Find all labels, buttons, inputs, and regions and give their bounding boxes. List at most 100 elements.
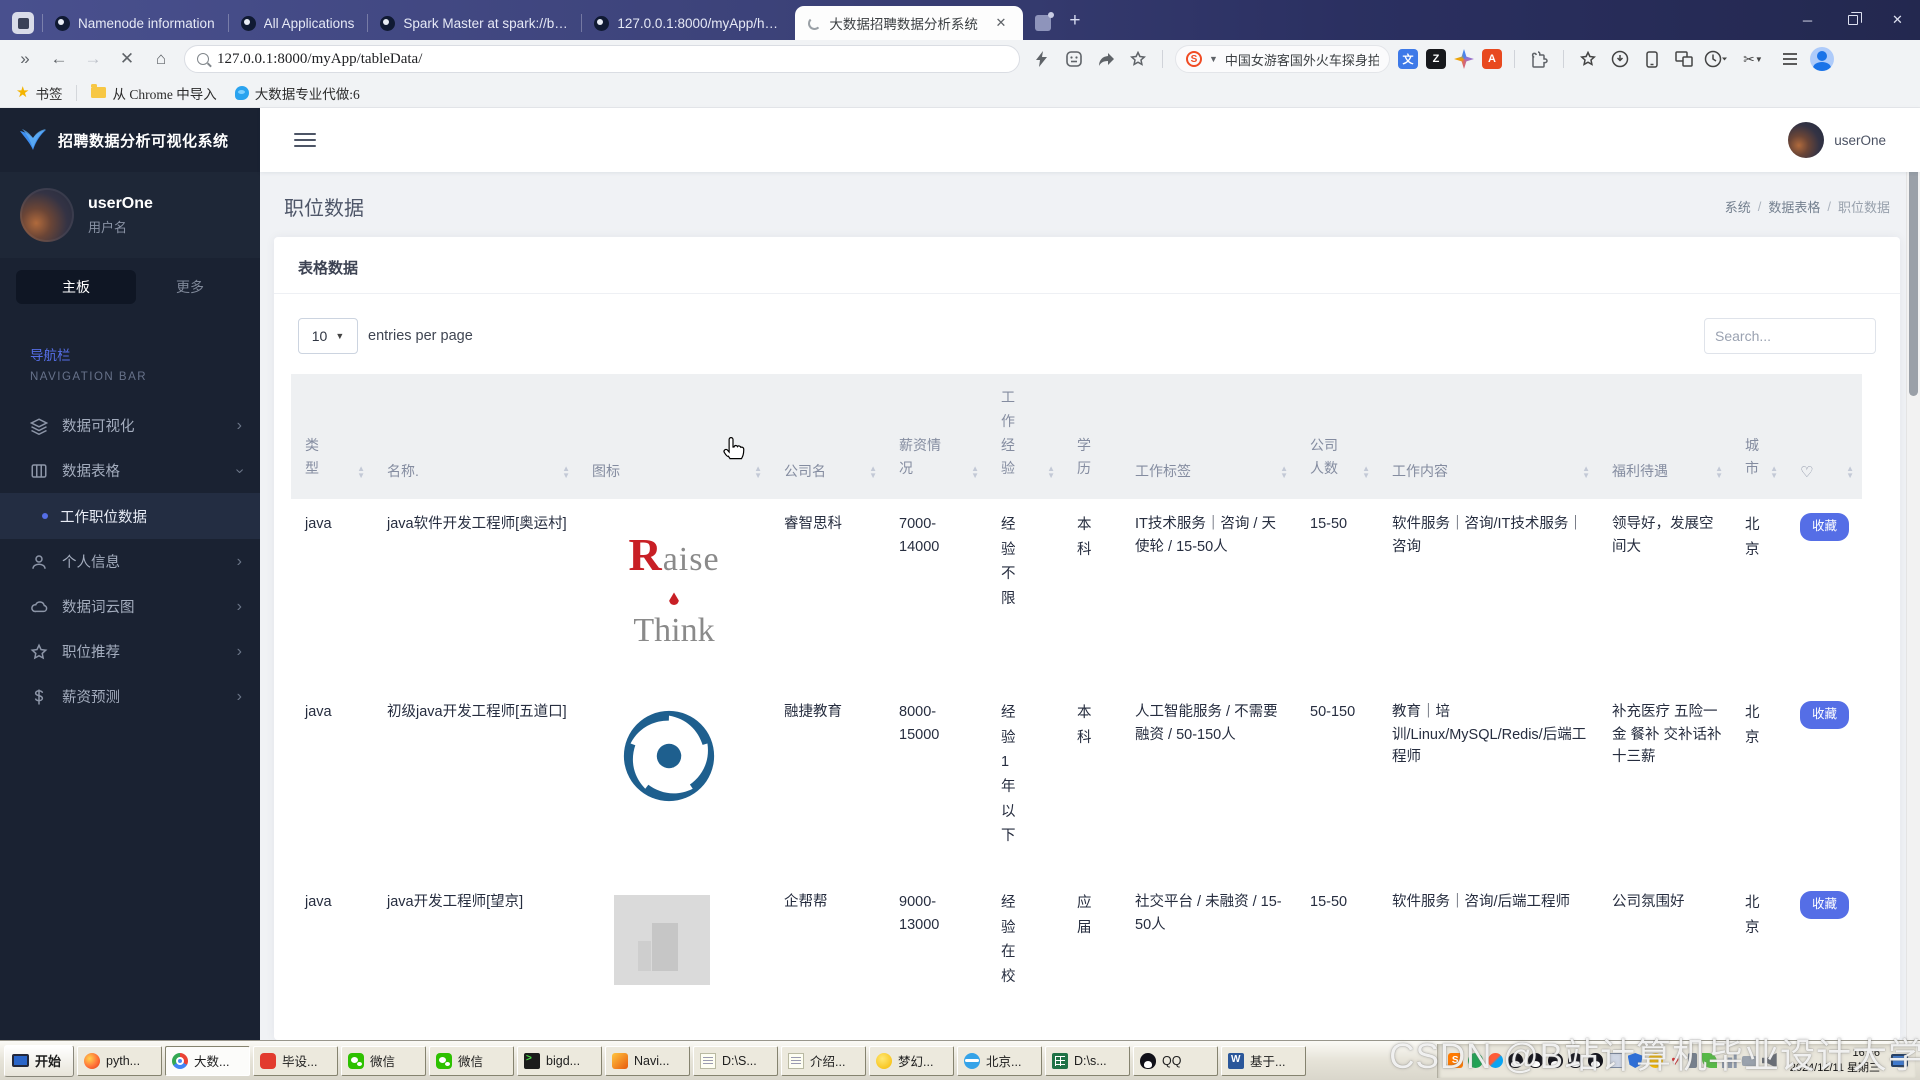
sidebar-item-data-table[interactable]: 数据表格 › (0, 448, 260, 493)
sort-icons[interactable]: ▲▼ (1582, 466, 1590, 479)
header-avatar[interactable] (1788, 122, 1824, 158)
col-salary[interactable]: 薪资情况▲▼ (885, 374, 987, 499)
share-icon[interactable] (1094, 47, 1118, 71)
tencent-video-tray-icon[interactable] (1488, 1053, 1503, 1068)
pinned-tab-icon[interactable] (12, 12, 34, 34)
phone-hub-icon[interactable] (1640, 47, 1664, 71)
col-city[interactable]: 城市▲▼ (1731, 374, 1786, 499)
audio-device-tray-icon[interactable] (1688, 1053, 1697, 1068)
tab-more[interactable]: 更多 (136, 277, 244, 297)
tab-close-icon[interactable]: ✕ (992, 14, 1010, 32)
taskbar-app-button[interactable]: 微信 (429, 1046, 514, 1076)
bookmark-item[interactable]: ★ 书签 (12, 83, 66, 103)
browser-tab[interactable]: 127.0.0.1:8000/myApp/home/ ✕ (581, 6, 795, 40)
taskbar-app-button[interactable]: 微信 (341, 1046, 426, 1076)
breadcrumb-link-system[interactable]: 系统 (1725, 197, 1751, 216)
sidebar-item-salary-predict[interactable]: 薪资预测 › (0, 674, 260, 719)
yellow-shield-tray-icon[interactable] (1648, 1053, 1663, 1068)
address-bar[interactable]: 127.0.0.1:8000/myApp/tableData/ (184, 45, 1020, 73)
tab-group-icon[interactable] (1035, 15, 1051, 31)
breadcrumb-link-tables[interactable]: 数据表格 (1768, 197, 1820, 216)
sidebar-item-job-recommend[interactable]: 职位推荐 › (0, 629, 260, 674)
sidebar-item-personal-info[interactable]: 个人信息 › (0, 539, 260, 584)
page-scrollbar[interactable] (1906, 108, 1920, 1040)
a-extension-icon[interactable]: A (1482, 49, 1502, 69)
qq-penguin-tray-icon[interactable] (1528, 1053, 1543, 1068)
gemini-sparkle-icon[interactable] (1454, 49, 1474, 69)
translate-extension-icon[interactable]: 文 (1398, 49, 1418, 69)
hot-search-text[interactable]: 中国女游客国外火车探身拍 (1225, 50, 1379, 69)
network-tray-icon[interactable] (1722, 1053, 1737, 1068)
browser-tab[interactable]: 大数据招聘数据分析系统 ✕ (795, 6, 1023, 40)
url-text[interactable]: 127.0.0.1:8000/myApp/tableData/ (217, 51, 422, 68)
taskbar-app-button[interactable]: 毕设... (253, 1046, 338, 1076)
bookmark-star-icon[interactable] (1126, 47, 1150, 71)
col-icon[interactable]: 图标▲▼ (578, 374, 770, 499)
col-content[interactable]: 工作内容▲▼ (1378, 374, 1598, 499)
col-type[interactable]: 类型▲▼ (291, 374, 373, 499)
taskbar-app-button[interactable]: Navi... (605, 1046, 690, 1076)
taskbar-app-button[interactable]: 基于... (1221, 1046, 1306, 1076)
app-brand[interactable]: 招聘数据分析可视化系统 (0, 108, 260, 172)
tab-main-board[interactable]: 主板 (16, 270, 136, 304)
start-button[interactable]: 开始 (4, 1045, 74, 1077)
sort-icons[interactable]: ▲▼ (1280, 466, 1288, 479)
overflow-chevrons-icon[interactable]: » (10, 44, 40, 74)
bookmark-star-icon-2[interactable] (1576, 47, 1600, 71)
close-button[interactable]: ✕ (1875, 0, 1920, 40)
hot-search-widget[interactable]: S ▼ 中国女游客国外火车探身拍 (1175, 45, 1390, 73)
browser-tab[interactable]: All Applications ✕ (228, 6, 368, 40)
browser-tab[interactable]: Spark Master at spark://bigd ✕ (367, 6, 581, 40)
favorite-button[interactable]: 收藏 (1800, 891, 1849, 918)
sort-icons[interactable]: ▲▼ (562, 466, 570, 479)
col-company-size[interactable]: 公司人数▲▼ (1296, 374, 1378, 499)
taskbar-app-button[interactable]: 介绍... (781, 1046, 866, 1076)
qq-penguin-tray-icon[interactable] (1548, 1053, 1563, 1068)
download-icon[interactable] (1608, 47, 1632, 71)
browser-tab[interactable]: Namenode information ✕ (42, 6, 228, 40)
stop-button[interactable]: ✕ (112, 44, 142, 74)
sort-icons[interactable]: ▲▼ (869, 466, 877, 479)
taskbar-app-button[interactable]: 梦幻... (869, 1046, 954, 1076)
sogou-tray-icon[interactable] (1448, 1053, 1463, 1068)
col-education[interactable]: 学历 (1063, 374, 1121, 499)
heart-tray-icon[interactable] (1668, 1053, 1683, 1068)
col-favorite[interactable]: ♡▲▼ (1786, 374, 1862, 499)
col-experience[interactable]: 工作经验▲▼ (987, 374, 1063, 499)
menu-icon[interactable] (1778, 47, 1802, 71)
sort-icons[interactable]: ▲▼ (1715, 466, 1723, 479)
sidebar-item-wordcloud[interactable]: 数据词云图 › (0, 584, 260, 629)
taskbar-app-button[interactable]: pyth... (77, 1046, 162, 1076)
sort-icons[interactable]: ▲▼ (1770, 466, 1778, 479)
printer-tray-icon[interactable] (1742, 1056, 1757, 1066)
browser-profile-avatar[interactable] (1810, 47, 1834, 71)
favorite-button[interactable]: 收藏 (1800, 513, 1849, 540)
tab-cast-icon[interactable] (1672, 47, 1696, 71)
col-tags[interactable]: 工作标签▲▼ (1121, 374, 1296, 499)
z-extension-icon[interactable]: Z (1426, 49, 1446, 69)
display-tray-icon[interactable] (1891, 1054, 1908, 1067)
bolt-icon[interactable] (1030, 47, 1054, 71)
col-name[interactable]: 名称.▲▼ (373, 374, 578, 499)
taskbar-app-button[interactable]: 大数... (165, 1046, 250, 1076)
home-button[interactable]: ⌂ (146, 44, 176, 74)
sort-icons[interactable]: ▲▼ (357, 466, 365, 479)
green-dot-tray-icon[interactable] (1468, 1053, 1483, 1068)
new-tab-button[interactable]: + (1063, 10, 1087, 32)
favorite-button[interactable]: 收藏 (1800, 701, 1849, 728)
entries-per-page-select[interactable]: 10 ▼ (298, 318, 358, 354)
sort-icons[interactable]: ▲▼ (971, 466, 979, 479)
header-user[interactable]: userOne (1788, 122, 1886, 158)
col-welfare[interactable]: 福利待遇▲▼ (1598, 374, 1731, 499)
col-company[interactable]: 公司名▲▼ (770, 374, 885, 499)
taskbar-app-button[interactable]: D:\s... (1045, 1046, 1130, 1076)
qq-penguin-tray-icon[interactable] (1508, 1053, 1523, 1068)
sidebar-item-data-visualization[interactable]: 数据可视化 › (0, 403, 260, 448)
sort-icons[interactable]: ▲▼ (754, 466, 762, 479)
user-avatar[interactable] (20, 188, 74, 242)
tray-clock[interactable]: 16:46 2024/12/11 星期三 (1790, 1046, 1880, 1075)
qq-penguin-tray-icon[interactable] (1588, 1053, 1603, 1068)
window-switch-tray-icon[interactable] (1608, 1053, 1623, 1068)
reader-icon[interactable] (1062, 47, 1086, 71)
back-button[interactable]: ← (44, 44, 74, 74)
